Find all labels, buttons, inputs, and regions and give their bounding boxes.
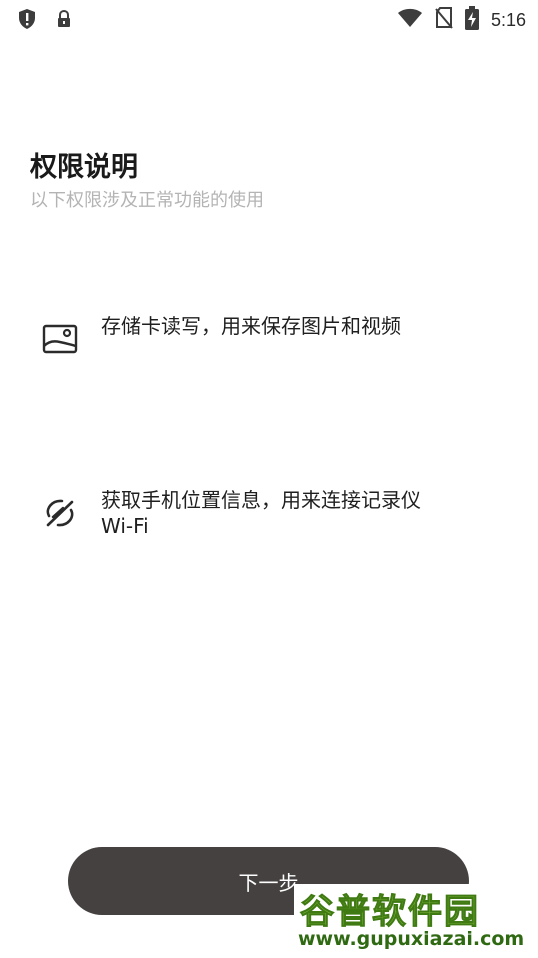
permission-storage: 存储卡读写，用来保存图片和视频 — [42, 313, 442, 357]
no-sim-icon — [435, 7, 453, 33]
location-off-icon — [42, 495, 78, 531]
wifi-icon — [397, 8, 423, 32]
page-subtitle: 以下权限涉及正常功能的使用 — [30, 190, 264, 211]
lock-icon — [56, 9, 72, 32]
shield-alert-icon — [18, 8, 36, 34]
watermark: 谷普软件园 www.gupuxiazai.com — [294, 884, 538, 958]
status-bar: 5:16 — [0, 0, 538, 36]
permission-location: 获取手机位置信息，用来连接记录仪Wi-Fi — [42, 487, 442, 539]
page-title: 权限说明 — [30, 152, 138, 183]
battery-charging-icon — [464, 6, 479, 34]
watermark-url: www.gupuxiazai.com — [298, 928, 525, 950]
clock: 5:16 — [490, 9, 526, 30]
watermark-title: 谷普软件园 — [300, 892, 480, 933]
permission-storage-text: 存储卡读写，用来保存图片和视频 — [101, 314, 401, 338]
permission-location-text: 获取手机位置信息，用来连接记录仪Wi-Fi — [101, 488, 421, 538]
image-icon — [42, 321, 78, 357]
